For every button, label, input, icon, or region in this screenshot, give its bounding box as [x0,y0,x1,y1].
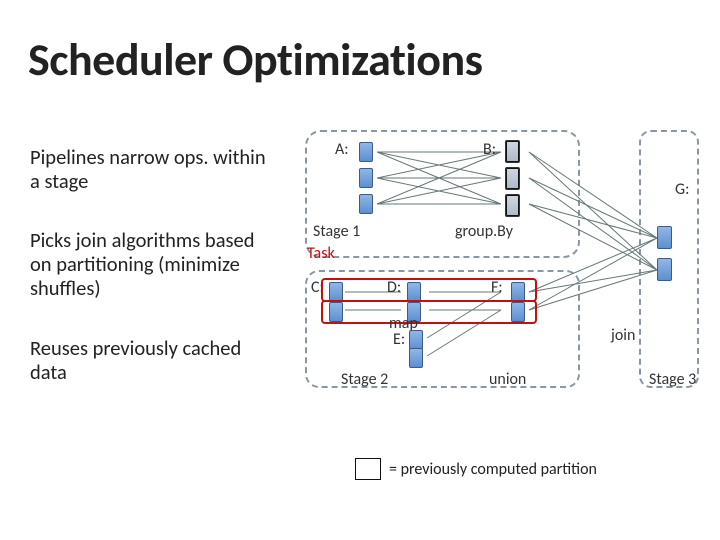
partition-cached [505,140,520,163]
partition-cached [505,194,520,217]
legend: = previously computed partition [355,458,597,480]
join-label: join [611,326,635,345]
partition [359,142,373,162]
task-box [321,300,537,324]
map-label: map [389,314,418,333]
partition [657,258,672,281]
legend-text: = previously computed partition [389,460,597,479]
stage3-label: Stage 3 [649,370,696,389]
legend-swatch [355,458,381,480]
diagram: A: B: G: C: D: E: F: Stage 1 Stage 2 Sta… [305,130,705,450]
union-label: union [489,370,526,389]
partition [359,194,373,214]
stage1-label: Stage 1 [313,222,360,241]
partition-cached [505,167,520,190]
partition [409,348,423,368]
stage2-label: Stage 2 [341,370,388,389]
task-label: Task [307,244,335,263]
paragraph-1: Pipelines narrow ops. within a stage [30,145,270,193]
paragraph-3: Reuses previously cached data [30,336,280,384]
task-box [321,278,537,302]
label-B: B: [483,140,496,159]
partition [657,226,672,249]
partition [359,168,373,188]
groupby-label: group.By [455,222,513,241]
slide-title: Scheduler Optimizations [28,32,482,88]
paragraph-2: Picks join algorithms based on partition… [30,228,280,301]
partition [409,330,423,350]
label-G: G: [675,180,689,199]
label-A: A: [335,140,349,159]
